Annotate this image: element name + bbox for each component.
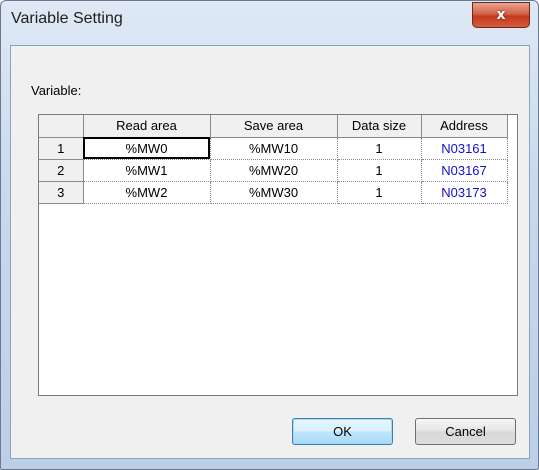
table-row: 2 %MW1 %MW20 1 N03167 [39,159,508,182]
ok-button[interactable]: OK [292,418,393,445]
cancel-button[interactable]: Cancel [415,418,516,445]
table-row: 3 %MW2 %MW30 1 N03173 [39,181,508,204]
address-cell[interactable]: N03167 [421,159,508,182]
save-area-cell[interactable]: %MW10 [210,137,338,160]
close-button[interactable]: x [472,2,530,28]
data-size-cell[interactable]: 1 [337,159,422,182]
address-cell[interactable]: N03173 [421,181,508,204]
column-header-read-area[interactable]: Read area [83,115,211,138]
title-bar[interactable]: Variable Setting x [1,1,538,41]
variable-setting-dialog: Variable Setting x Variable: Read area S… [0,0,539,470]
close-icon: x [496,7,506,23]
variable-grid: Read area Save area Data size Address 1 … [38,114,518,396]
corner-header[interactable] [39,115,84,138]
table-row: 1 %MW0 %MW10 1 N03161 [39,137,508,160]
save-area-cell[interactable]: %MW20 [210,159,338,182]
read-area-cell[interactable]: %MW1 [83,159,211,182]
save-area-cell[interactable]: %MW30 [210,181,338,204]
column-header-data-size[interactable]: Data size [337,115,422,138]
address-cell[interactable]: N03161 [421,137,508,160]
variable-table: Read area Save area Data size Address 1 … [39,115,508,204]
row-number[interactable]: 3 [39,181,84,204]
header-row: Read area Save area Data size Address [39,115,508,138]
read-area-cell[interactable]: %MW2 [83,181,211,204]
column-header-address[interactable]: Address [421,115,508,138]
row-number[interactable]: 2 [39,159,84,182]
column-header-save-area[interactable]: Save area [210,115,338,138]
read-area-cell[interactable]: %MW0 [83,137,211,160]
row-number[interactable]: 1 [39,137,84,160]
data-size-cell[interactable]: 1 [337,137,422,160]
window-title: Variable Setting [11,10,123,27]
data-size-cell[interactable]: 1 [337,181,422,204]
variable-label: Variable: [31,83,82,98]
